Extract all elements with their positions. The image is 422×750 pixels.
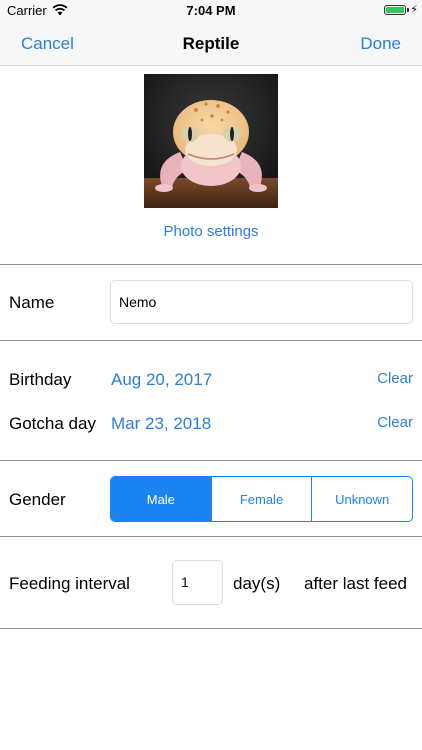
birthday-date[interactable]: Aug 20, 2017 [111, 370, 212, 390]
divider [0, 460, 422, 461]
charging-icon: ⚡ [410, 4, 418, 16]
battery-tip [407, 8, 409, 12]
divider [0, 340, 422, 341]
battery-level [386, 7, 404, 13]
gender-option-female[interactable]: Female [210, 477, 312, 521]
done-button[interactable]: Done [360, 34, 401, 54]
feeding-unit-label: day(s) [233, 574, 281, 593]
gender-option-male[interactable]: Male [111, 477, 211, 521]
birthday-clear-button[interactable]: Clear [377, 370, 413, 387]
name-label: Name [9, 293, 55, 312]
gotcha-day-date[interactable]: Mar 23, 2018 [111, 414, 211, 434]
divider [0, 264, 422, 265]
gotcha-day-clear-button[interactable]: Clear [377, 414, 413, 431]
gender-option-unknown[interactable]: Unknown [311, 477, 412, 521]
reptile-photo[interactable] [144, 74, 278, 208]
feeding-suffix-label: after last feed [304, 574, 408, 593]
feeding-interval-label: Feeding interval [9, 574, 130, 593]
gotcha-day-label: Gotcha day [9, 414, 96, 433]
clock: 7:04 PM [186, 3, 236, 18]
divider [0, 536, 422, 537]
birthday-label: Birthday [9, 370, 72, 389]
gender-label: Gender [9, 490, 66, 509]
feeding-interval-field[interactable]: 1 [172, 560, 223, 605]
gender-segmented-control: Male Female Unknown [110, 476, 413, 522]
page-title: Reptile [182, 34, 240, 53]
battery-icon [384, 5, 406, 15]
name-field[interactable]: Nemo [110, 280, 413, 324]
status-bar: Carrier 7:04 PM ⚡ [0, 0, 422, 22]
photo-settings-button[interactable]: Photo settings [0, 223, 422, 240]
gecko-image [144, 74, 278, 208]
divider [0, 628, 422, 629]
navigation-bar: Cancel Reptile Done [0, 22, 422, 66]
